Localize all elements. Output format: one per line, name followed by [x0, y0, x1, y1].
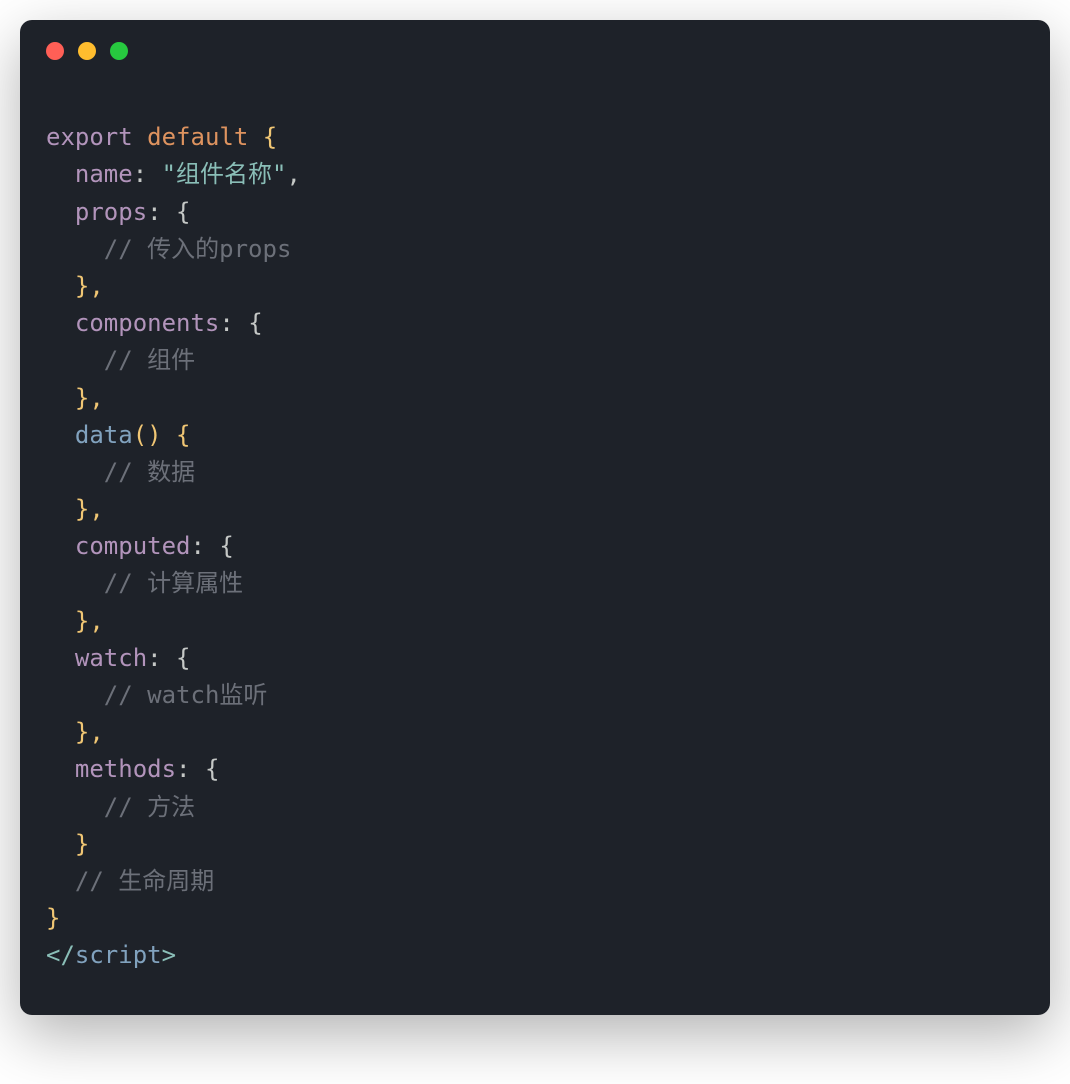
code-line: components: {: [46, 305, 1024, 342]
close-brace: },: [75, 384, 104, 412]
code-line: },: [46, 714, 1024, 751]
code-line: [46, 82, 1024, 119]
property-props: props: [75, 198, 147, 226]
comment: // 组件: [104, 346, 195, 374]
close-brace: }: [46, 904, 60, 932]
rest: : {: [147, 644, 190, 672]
code-line: // watch监听: [46, 677, 1024, 714]
code-line: // 组件: [46, 342, 1024, 379]
close-brace: }: [75, 830, 89, 858]
brace: {: [162, 421, 191, 449]
code-content: export default { name: "组件名称", props: { …: [20, 82, 1050, 1015]
property-components: components: [75, 309, 220, 337]
code-line: props: {: [46, 194, 1024, 231]
comment: // 数据: [104, 458, 195, 486]
colon: :: [133, 160, 162, 188]
close-brace: },: [75, 272, 104, 300]
maximize-icon[interactable]: [110, 42, 128, 60]
tag-bracket: </: [46, 941, 75, 969]
comment: // 传入的props: [104, 235, 292, 263]
code-line: methods: {: [46, 751, 1024, 788]
rest: : {: [147, 198, 190, 226]
code-line: // 方法: [46, 789, 1024, 826]
rest: : {: [176, 755, 219, 783]
close-brace: },: [75, 607, 104, 635]
comment: // 计算属性: [104, 569, 243, 597]
close-icon[interactable]: [46, 42, 64, 60]
code-line: name: "组件名称",: [46, 156, 1024, 193]
rest: : {: [219, 309, 262, 337]
code-line: // 计算属性: [46, 565, 1024, 602]
window-header: [20, 20, 1050, 82]
parens: (): [133, 421, 162, 449]
close-brace: },: [75, 718, 104, 746]
keyword-default: default: [147, 123, 248, 151]
code-line: computed: {: [46, 528, 1024, 565]
code-line: },: [46, 268, 1024, 305]
code-line: },: [46, 380, 1024, 417]
close-brace: },: [75, 495, 104, 523]
code-line: // 传入的props: [46, 231, 1024, 268]
rest: : {: [190, 532, 233, 560]
code-window: export default { name: "组件名称", props: { …: [20, 20, 1050, 1015]
comment: // 方法: [104, 793, 195, 821]
method-data: data: [75, 421, 133, 449]
comma: ,: [287, 160, 301, 188]
minimize-icon[interactable]: [78, 42, 96, 60]
property-name: name: [75, 160, 133, 188]
code-line: // 数据: [46, 454, 1024, 491]
tag-bracket: >: [162, 941, 176, 969]
string-value: "组件名称": [162, 160, 287, 188]
brace: {: [248, 123, 277, 151]
comment: // watch监听: [104, 681, 268, 709]
comment: // 生命周期: [75, 867, 214, 895]
code-line: }: [46, 900, 1024, 937]
keyword-export: export: [46, 123, 133, 151]
property-watch: watch: [75, 644, 147, 672]
code-line: </script>: [46, 937, 1024, 974]
code-line: data() {: [46, 417, 1024, 454]
code-line: }: [46, 826, 1024, 863]
code-line: // 生命周期: [46, 863, 1024, 900]
code-line: export default {: [46, 119, 1024, 156]
code-line: watch: {: [46, 640, 1024, 677]
code-line: },: [46, 603, 1024, 640]
code-line: },: [46, 491, 1024, 528]
tag-script: script: [75, 941, 162, 969]
property-computed: computed: [75, 532, 191, 560]
property-methods: methods: [75, 755, 176, 783]
